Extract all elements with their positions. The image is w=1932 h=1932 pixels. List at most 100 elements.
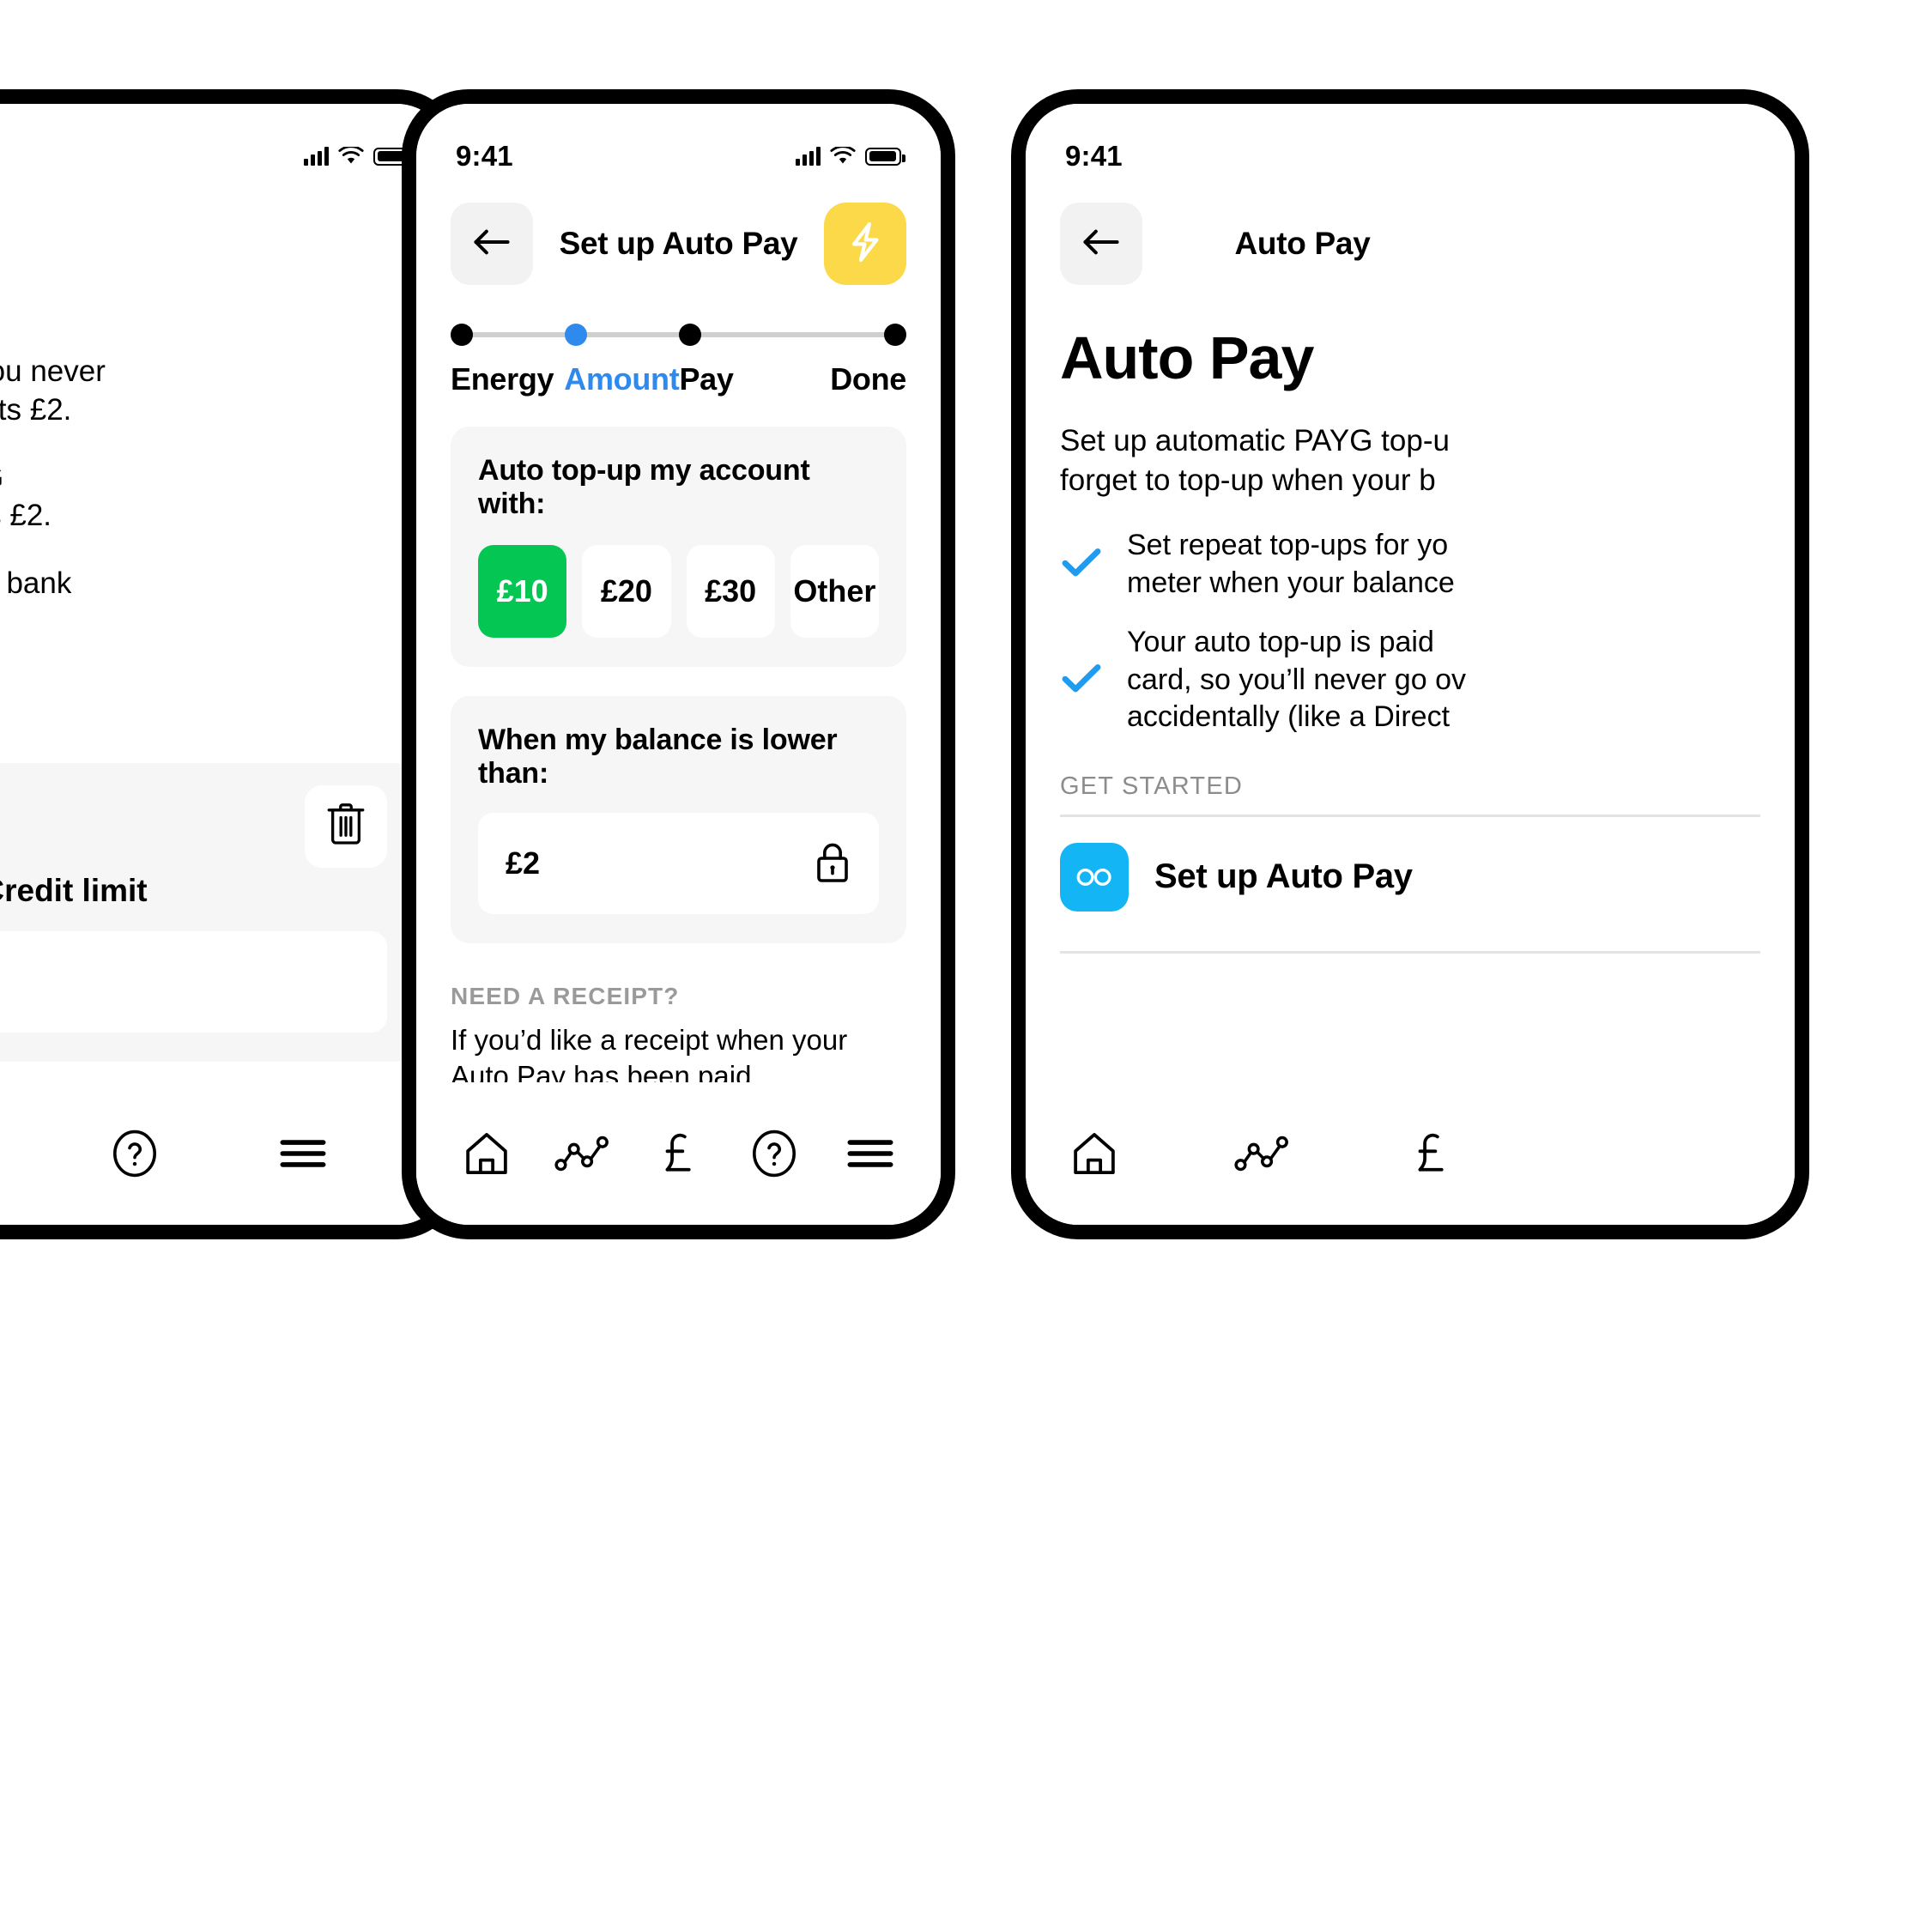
nav-bar-right: Auto Pay xyxy=(1026,186,1795,289)
threshold-card-title: When my balance is lower than: xyxy=(478,724,838,790)
check-icon xyxy=(1060,546,1103,583)
step-label-amount: Amount xyxy=(564,361,680,397)
tab-help-left[interactable] xyxy=(92,1111,178,1196)
stepper-track xyxy=(451,322,906,348)
left-line-2: when your balance hits £2. xyxy=(0,392,72,427)
credit-limit-label: Credit limit xyxy=(0,872,148,908)
left-paragraph-2: op-ups for your PAYG your balance reache… xyxy=(0,459,415,536)
back-button-right[interactable] xyxy=(1060,203,1142,285)
right-intro: Set up automatic PAYG top-u forget to to… xyxy=(1060,421,1760,500)
benefit-1-line-2: meter when your balance xyxy=(1127,566,1455,599)
signal-icon xyxy=(304,147,329,166)
quick-action-button[interactable] xyxy=(824,203,906,285)
trash-icon xyxy=(324,801,367,851)
benefit-item: Your auto top-up is paid card, so you’ll… xyxy=(1060,624,1760,736)
step-label-done: Done xyxy=(830,361,906,397)
step-dot-energy xyxy=(451,324,473,346)
tab-menu[interactable] xyxy=(827,1111,913,1196)
phone-middle: 9:41 Set up Auto Pay Energy Amount Pay D… xyxy=(402,89,955,1239)
benefit-2-line-2: card, so you’ll never go ov xyxy=(1127,663,1466,696)
phone-left: Auto Pay c PAYG top-ups so you never whe… xyxy=(0,89,463,1239)
signal-icon xyxy=(796,147,821,166)
receipt-kicker: NEED A RECEIPT? xyxy=(451,983,680,1009)
left-line-1: c PAYG top-ups so you never xyxy=(0,354,106,388)
credit-limit-card: Credit limit £2.00 xyxy=(0,762,415,1062)
left-paragraph-1: c PAYG top-ups so you never when your ba… xyxy=(0,353,415,430)
setup-stepper: Energy Amount Pay Done xyxy=(416,289,941,397)
tab-home-right[interactable] xyxy=(1051,1111,1137,1196)
phone-right: 9:41 Auto Pay Auto Pay Set up automatic … xyxy=(1011,89,1809,1239)
status-icons-left xyxy=(304,147,414,166)
balance-threshold-card: When my balance is lower than: £2 xyxy=(451,696,906,943)
nav-bar-middle: Set up Auto Pay xyxy=(416,186,941,289)
left-line-7: (like a Direct Debit). xyxy=(0,642,415,681)
battery-icon xyxy=(865,147,905,166)
list-item-label: Set up Auto Pay xyxy=(1154,857,1413,896)
right-intro-line-2: forget to top-up when your b xyxy=(1060,463,1436,497)
tab-bar-left xyxy=(0,1082,449,1225)
benefit-2-line-3: accidentally (like a Direct xyxy=(1127,700,1451,734)
wifi-icon xyxy=(338,147,364,166)
status-time-middle: 9:41 xyxy=(456,140,513,172)
left-line-3: op-ups for your PAYG xyxy=(0,459,415,498)
topup-card-title: Auto top-up my account with: xyxy=(478,454,810,520)
credit-limit-value[interactable]: £2.00 xyxy=(0,930,387,1033)
page-title-left: Auto Pay xyxy=(0,226,449,262)
benefit-list: Set repeat top-ups for yo meter when you… xyxy=(1060,527,1760,736)
infinity-icon xyxy=(1060,842,1129,911)
threshold-field[interactable]: £2 xyxy=(478,813,879,914)
step-dot-amount xyxy=(564,324,587,346)
amount-option-20[interactable]: £20 xyxy=(582,545,671,638)
step-dot-done xyxy=(884,324,906,346)
amount-option-30[interactable]: £30 xyxy=(686,545,775,638)
status-bar-left xyxy=(0,104,449,186)
status-bar-middle: 9:41 xyxy=(416,104,941,186)
step-label-energy: Energy xyxy=(451,361,554,397)
wifi-icon xyxy=(830,147,856,166)
tab-usage-right[interactable] xyxy=(1220,1111,1305,1196)
tab-pay-right[interactable] xyxy=(1388,1111,1474,1196)
back-button[interactable] xyxy=(451,203,533,285)
benefit-1-line-1: Set repeat top-ups for yo xyxy=(1127,529,1449,561)
tab-help[interactable] xyxy=(731,1111,817,1196)
check-icon xyxy=(1060,662,1103,699)
status-bar-right: 9:41 xyxy=(1026,104,1795,186)
lock-icon xyxy=(814,839,851,888)
left-line-6: ll never go overdrawn xyxy=(0,603,415,642)
step-dot-pay xyxy=(678,324,701,346)
get-started-kicker: GET STARTED xyxy=(1060,772,1244,800)
list-item-setup-auto-pay[interactable]: Set up Auto Pay xyxy=(1060,817,1760,937)
tab-home[interactable] xyxy=(444,1111,530,1196)
benefit-item: Set repeat top-ups for yo meter when you… xyxy=(1060,527,1760,602)
amount-option-10[interactable]: £10 xyxy=(478,545,567,638)
right-intro-line-1: Set up automatic PAYG top-u xyxy=(1060,424,1450,457)
right-heading: Auto Pay xyxy=(1060,324,1314,391)
back-arrow-icon xyxy=(1081,227,1122,261)
delete-button[interactable] xyxy=(305,784,387,868)
status-icons-middle xyxy=(796,147,905,166)
right-content: Auto Pay Set up automatic PAYG top-u for… xyxy=(1026,324,1795,954)
lightning-bolt-icon xyxy=(845,220,885,269)
list-divider-bottom xyxy=(1060,950,1760,954)
left-content: c PAYG top-ups so you never when your ba… xyxy=(0,289,449,1062)
stepper-labels: Energy Amount Pay Done xyxy=(451,361,906,397)
amount-option-other[interactable]: Other xyxy=(790,545,879,638)
screenshot-stage: Auto Pay c PAYG top-ups so you never whe… xyxy=(0,0,1932,1932)
back-arrow-icon xyxy=(471,227,512,261)
tab-menu-left[interactable] xyxy=(260,1111,346,1196)
tab-pay-left[interactable] xyxy=(0,1111,9,1196)
left-line-4: your balance reaches £2. xyxy=(0,499,52,533)
tab-pay[interactable] xyxy=(635,1111,721,1196)
benefit-text: Set repeat top-ups for yo meter when you… xyxy=(1127,527,1455,602)
benefit-text: Your auto top-up is paid card, so you’ll… xyxy=(1127,624,1466,736)
left-line-5: o-up is paid with your bank xyxy=(0,566,72,601)
benefit-2-line-1: Your auto top-up is paid xyxy=(1127,626,1434,659)
threshold-value: £2 xyxy=(506,845,541,881)
topup-amount-card: Auto top-up my account with: £10 £20 £30… xyxy=(451,427,906,667)
step-label-pay: Pay xyxy=(679,361,734,397)
tab-bar-middle xyxy=(416,1082,941,1225)
tab-usage[interactable] xyxy=(540,1111,626,1196)
amount-options: £10 £20 £30 Other xyxy=(478,545,879,638)
left-paragraph-3: o-up is paid with your bank ll never go … xyxy=(0,565,415,680)
status-time-right: 9:41 xyxy=(1065,140,1123,172)
